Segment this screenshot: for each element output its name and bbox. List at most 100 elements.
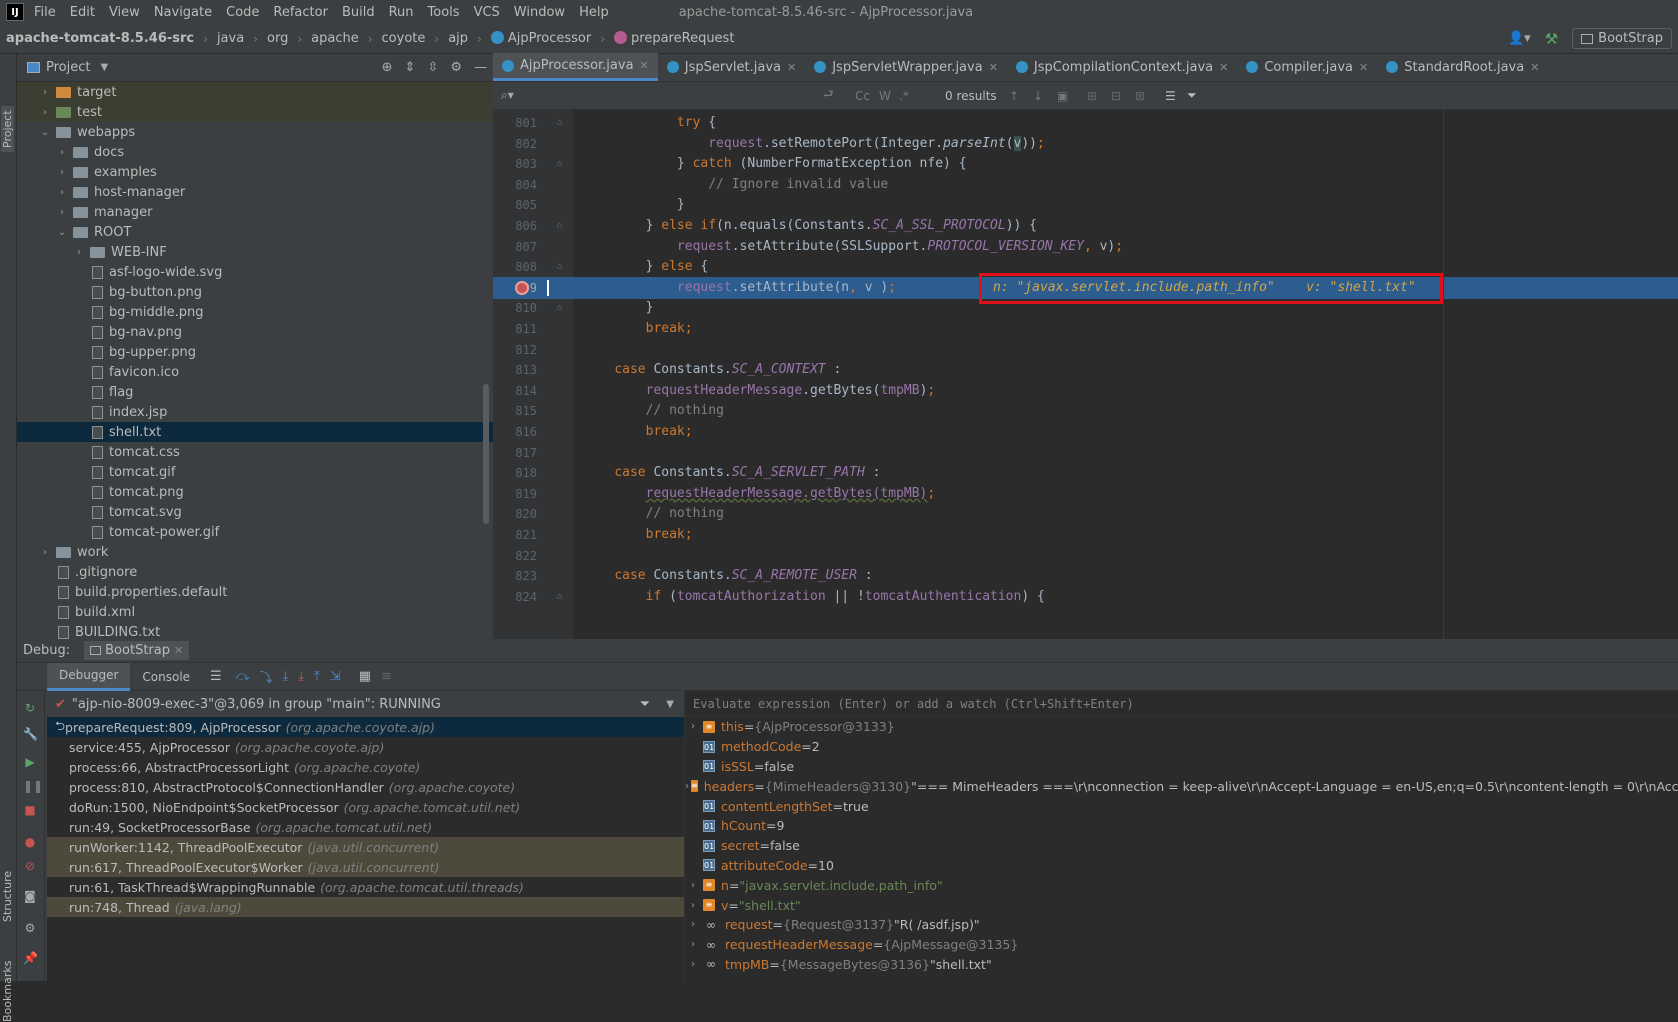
- thread-selector[interactable]: ✔ "ajp-nio-8009-exec-3"@3,069 in group "…: [47, 691, 684, 717]
- stack-frame[interactable]: process:810, AbstractProtocol$Connection…: [47, 777, 684, 797]
- variable-row[interactable]: › ∞ requestHeaderMessage = {AjpMessage@313…: [685, 935, 1678, 955]
- menu-item-help[interactable]: Help: [579, 5, 609, 20]
- tree-item[interactable]: › manager: [17, 202, 493, 222]
- tree-item[interactable]: › work: [17, 542, 493, 562]
- code-line[interactable]: 803 } catch (NumberFormatException nfe) …: [493, 153, 1678, 175]
- close-icon[interactable]: ✕: [1359, 61, 1368, 74]
- variable-row[interactable]: 01 attributeCode = 10: [685, 856, 1678, 876]
- bookmarks-tool-tab[interactable]: Bookmarks: [1, 961, 14, 1022]
- chevron-down-icon[interactable]: ▼: [100, 62, 108, 73]
- chevron-right-icon[interactable]: ›: [55, 167, 69, 178]
- breadcrumb-item[interactable]: ajp: [448, 31, 468, 46]
- tree-item[interactable]: ⌄ webapps: [17, 122, 493, 142]
- editor-tab[interactable]: JspCompilationContext.java ✕: [1007, 53, 1237, 81]
- variable-row[interactable]: 01 secret = false: [685, 836, 1678, 856]
- stack-frame[interactable]: service:455, AjpProcessor (org.apache.coy…: [47, 737, 684, 757]
- whole-words-toggle[interactable]: W: [879, 89, 891, 103]
- select-all-occurrences-icon[interactable]: ▣: [1057, 89, 1068, 103]
- stack-frame[interactable]: run:617, ThreadPoolExecutor$Worker (java.…: [47, 857, 684, 877]
- collapse-all-icon[interactable]: ⇳: [427, 60, 438, 75]
- next-occurrence-icon[interactable]: ↓: [1033, 89, 1043, 103]
- prev-occurrence-icon[interactable]: ↑: [1009, 89, 1019, 103]
- tree-item[interactable]: shell.txt: [17, 422, 493, 442]
- expand-all-icon[interactable]: ⇕: [405, 60, 416, 75]
- settings-icon[interactable]: ⚙: [23, 921, 37, 935]
- code-line[interactable]: 821 break;: [493, 524, 1678, 546]
- step-out-icon[interactable]: ⤒: [314, 669, 320, 684]
- toggle-selection-icon[interactable]: ⊠: [1135, 89, 1145, 103]
- code-line[interactable]: 812: [493, 339, 1678, 361]
- menu-item-edit[interactable]: Edit: [70, 5, 95, 20]
- run-to-cursor-icon[interactable]: ⇲: [330, 669, 341, 684]
- fold-marker-icon[interactable]: ⌂: [557, 112, 562, 134]
- menu-item-vcs[interactable]: VCS: [474, 5, 500, 20]
- pause-icon[interactable]: ❚❚: [23, 779, 43, 793]
- layout-icon[interactable]: ☰: [210, 669, 222, 684]
- tree-item[interactable]: ⌄ ROOT: [17, 222, 493, 242]
- stack-frame[interactable]: run:49, SocketProcessorBase (org.apache.t…: [47, 817, 684, 837]
- stack-frame[interactable]: run:748, Thread (java.lang): [47, 897, 684, 917]
- chevron-right-icon[interactable]: ›: [38, 547, 52, 558]
- modify-config-icon[interactable]: 🔧: [23, 727, 38, 741]
- project-tool-tab[interactable]: Project: [1, 106, 14, 152]
- editor-tab[interactable]: JspServlet.java ✕: [658, 53, 805, 81]
- editor-tab[interactable]: Compiler.java ✕: [1237, 53, 1377, 81]
- chevron-right-icon[interactable]: ›: [38, 107, 52, 118]
- project-scrollbar[interactable]: [483, 384, 489, 524]
- project-panel-title[interactable]: Project: [46, 60, 90, 75]
- close-icon[interactable]: ✕: [989, 61, 998, 74]
- chevron-right-icon[interactable]: ›: [685, 880, 701, 891]
- stop-icon[interactable]: ■: [23, 803, 37, 817]
- run-config-selector[interactable]: BootStrap: [1572, 28, 1672, 49]
- tree-item[interactable]: › examples: [17, 162, 493, 182]
- code-line[interactable]: 817: [493, 442, 1678, 464]
- chevron-down-icon[interactable]: ⌄: [55, 227, 69, 238]
- user-icon[interactable]: 👤▾: [1508, 31, 1531, 46]
- breadcrumb-item[interactable]: coyote: [382, 31, 426, 46]
- code-view[interactable]: 801 try {⌂ 802 request.setRemotePort(Inte…: [493, 110, 1678, 639]
- tree-item[interactable]: flag: [17, 382, 493, 402]
- code-line[interactable]: 806 } else if(n.equals(Constants.SC_A_SS…: [493, 215, 1678, 237]
- chevron-right-icon[interactable]: ›: [685, 959, 701, 970]
- tree-item[interactable]: bg-nav.png: [17, 322, 493, 342]
- match-case-toggle[interactable]: Cc: [855, 89, 870, 103]
- breadcrumb-item[interactable]: java: [217, 31, 244, 46]
- force-step-into-icon[interactable]: ⤓: [298, 669, 304, 684]
- code-line[interactable]: 804 // Ignore invalid value: [493, 174, 1678, 196]
- breadcrumb-item[interactable]: prepareRequest: [614, 31, 734, 46]
- menu-item-build[interactable]: Build: [342, 5, 375, 20]
- code-line[interactable]: 814 requestHeaderMessage.getBytes(tmpMB)…: [493, 380, 1678, 402]
- close-icon[interactable]: ✕: [640, 59, 649, 72]
- tree-item[interactable]: asf-logo-wide.svg: [17, 262, 493, 282]
- step-into-icon[interactable]: ⤓: [283, 669, 289, 684]
- menu-item-view[interactable]: View: [109, 5, 140, 20]
- close-icon[interactable]: ✕: [787, 61, 796, 74]
- tree-item[interactable]: › target: [17, 82, 493, 102]
- close-icon[interactable]: ✕: [174, 644, 183, 657]
- breadcrumb-item[interactable]: apache: [311, 31, 359, 46]
- add-selection-icon[interactable]: ⊞: [1087, 89, 1097, 103]
- code-line[interactable]: 805 }: [493, 194, 1678, 216]
- tree-item[interactable]: › docs: [17, 142, 493, 162]
- step-over-icon[interactable]: ⤵: [260, 667, 273, 686]
- tree-item[interactable]: tomcat.svg: [17, 502, 493, 522]
- hide-icon[interactable]: —: [474, 60, 487, 75]
- resume-icon[interactable]: ▶: [23, 755, 37, 769]
- code-line[interactable]: 815 // nothing: [493, 400, 1678, 422]
- code-line[interactable]: 813 case Constants.SC_A_CONTEXT :: [493, 359, 1678, 381]
- gear-icon[interactable]: ⚙: [450, 60, 462, 75]
- locate-icon[interactable]: ⊕: [382, 60, 393, 75]
- tree-item[interactable]: bg-middle.png: [17, 302, 493, 322]
- chevron-right-icon[interactable]: ›: [685, 900, 701, 911]
- chevron-right-icon[interactable]: ›: [55, 187, 69, 198]
- tree-item[interactable]: .gitignore: [17, 562, 493, 582]
- trace-icon[interactable]: ≡: [381, 669, 392, 684]
- evaluate-expression-icon[interactable]: ▦: [359, 669, 371, 684]
- remove-selection-icon[interactable]: ⊟: [1111, 89, 1121, 103]
- tab-debugger[interactable]: Debugger: [47, 662, 131, 691]
- code-line[interactable]: 801 try {⌂: [493, 112, 1678, 134]
- search-icon[interactable]: ⌕▾: [501, 88, 514, 103]
- code-line[interactable]: 820 // nothing: [493, 503, 1678, 525]
- menu-item-refactor[interactable]: Refactor: [273, 5, 328, 20]
- rerun-icon[interactable]: ↻: [23, 701, 37, 715]
